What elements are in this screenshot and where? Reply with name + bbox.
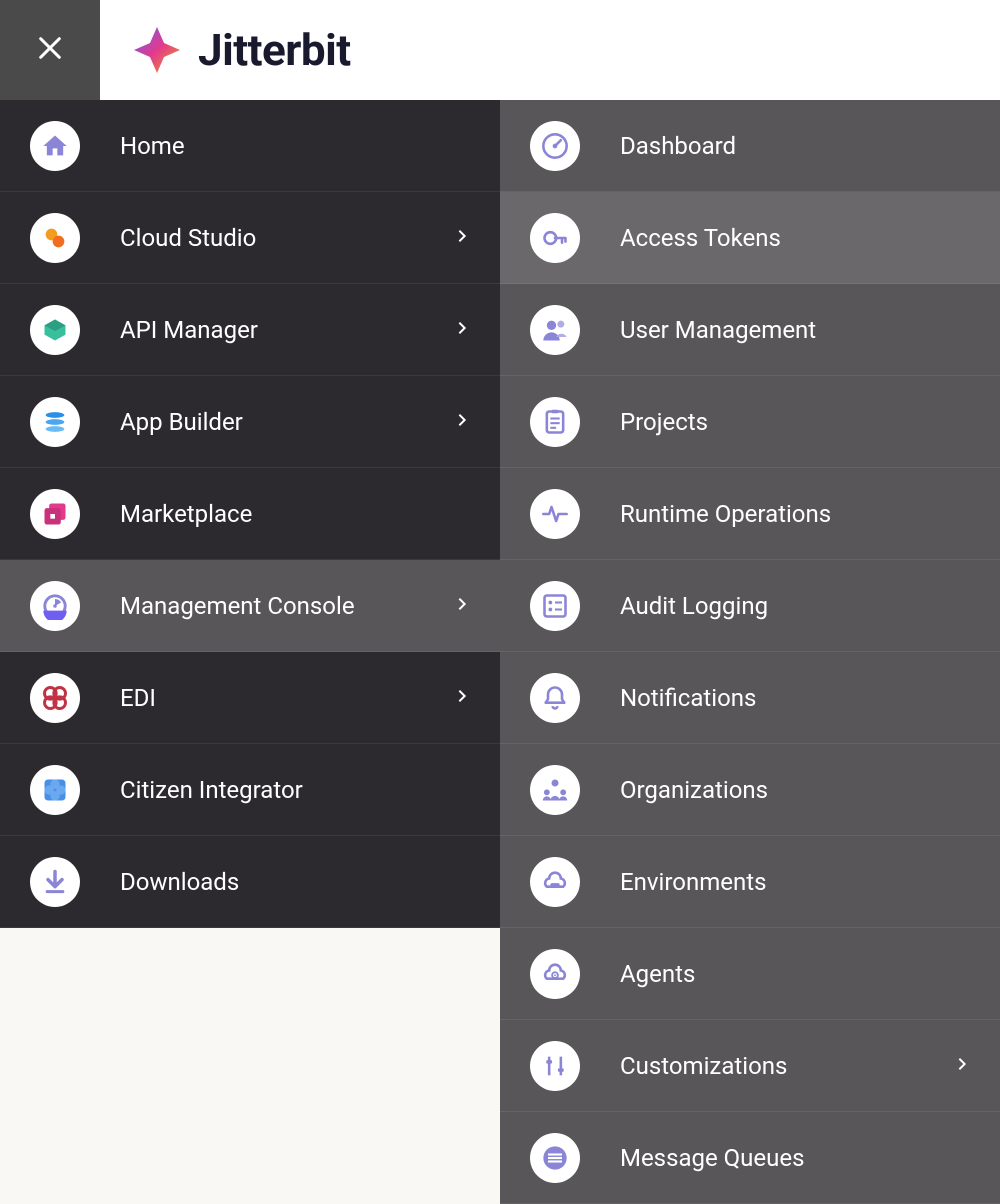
access-tokens-icon (530, 213, 580, 263)
nav-item-downloads[interactable]: Downloads (0, 836, 500, 928)
nav-item-api-manager[interactable]: API Manager (0, 284, 500, 376)
brand-logo: Jitterbit (100, 0, 351, 100)
app-builder-icon (30, 397, 80, 447)
nav-item-cloud-studio[interactable]: Cloud Studio (0, 192, 500, 284)
nav-label: Customizations (620, 1052, 914, 1080)
subnav-item-projects[interactable]: Projects (500, 376, 1000, 468)
nav-label: App Builder (120, 408, 414, 436)
nav-label: Runtime Operations (620, 500, 970, 528)
chevron-right-icon (454, 596, 470, 616)
nav-label: API Manager (120, 316, 414, 344)
nav-label: Marketplace (120, 500, 470, 528)
subnav-item-audit-logging[interactable]: Audit Logging (500, 560, 1000, 652)
nav-label: Projects (620, 408, 970, 436)
management-console-icon (30, 581, 80, 631)
chevron-right-icon (454, 228, 470, 248)
environments-icon (530, 857, 580, 907)
nav-item-citizen-integrator[interactable]: Citizen Integrator (0, 744, 500, 836)
nav-item-marketplace[interactable]: Marketplace (0, 468, 500, 560)
subnav-item-user-management[interactable]: User Management (500, 284, 1000, 376)
nav-item-home[interactable]: Home (0, 100, 500, 192)
nav-label: Audit Logging (620, 592, 970, 620)
subnav-item-dashboard[interactable]: Dashboard (500, 100, 1000, 192)
chevron-right-icon (954, 1056, 970, 1076)
subnav-item-customizations[interactable]: Customizations (500, 1020, 1000, 1112)
chevron-right-icon (454, 412, 470, 432)
subnav-item-notifications[interactable]: Notifications (500, 652, 1000, 744)
nav-label: User Management (620, 316, 970, 344)
message-queues-icon (530, 1133, 580, 1183)
nav-item-management-console[interactable]: Management Console (0, 560, 500, 652)
brand-name: Jitterbit (198, 24, 351, 76)
subnav-item-runtime-operations[interactable]: Runtime Operations (500, 468, 1000, 560)
edi-icon (30, 673, 80, 723)
nav-label: Access Tokens (620, 224, 970, 252)
close-icon (36, 34, 64, 66)
primary-nav: Home Cloud Studio API Manager (0, 100, 500, 1204)
nav-item-edi[interactable]: EDI (0, 652, 500, 744)
subnav-item-organizations[interactable]: Organizations (500, 744, 1000, 836)
audit-logging-icon (530, 581, 580, 631)
nav-item-app-builder[interactable]: App Builder (0, 376, 500, 468)
subnav-item-access-tokens[interactable]: Access Tokens (500, 192, 1000, 284)
nav-label: Dashboard (620, 132, 970, 160)
nav-label: Notifications (620, 684, 970, 712)
close-button[interactable] (0, 0, 100, 100)
dashboard-icon (530, 121, 580, 171)
header: Jitterbit (0, 0, 1000, 100)
brand-logo-icon (132, 25, 182, 75)
api-manager-icon (30, 305, 80, 355)
user-management-icon (530, 305, 580, 355)
subnav-item-agents[interactable]: Agents (500, 928, 1000, 1020)
nav-label: Downloads (120, 868, 470, 896)
nav-label: EDI (120, 684, 414, 712)
citizen-integrator-icon (30, 765, 80, 815)
nav-label: Citizen Integrator (120, 776, 470, 804)
marketplace-icon (30, 489, 80, 539)
chevron-right-icon (454, 688, 470, 708)
nav-label: Environments (620, 868, 970, 896)
notifications-icon (530, 673, 580, 723)
cloud-studio-icon (30, 213, 80, 263)
nav-label: Organizations (620, 776, 970, 804)
secondary-nav: Dashboard Access Tokens User Managem (500, 100, 1000, 1204)
agents-icon (530, 949, 580, 999)
nav-label: Agents (620, 960, 970, 988)
downloads-icon (30, 857, 80, 907)
nav-label: Home (120, 132, 470, 160)
projects-icon (530, 397, 580, 447)
nav-label: Cloud Studio (120, 224, 414, 252)
runtime-operations-icon (530, 489, 580, 539)
nav-label: Message Queues (620, 1144, 970, 1172)
subnav-item-environments[interactable]: Environments (500, 836, 1000, 928)
nav-label: Management Console (120, 592, 414, 620)
nav-columns: Home Cloud Studio API Manager (0, 100, 1000, 1204)
subnav-item-message-queues[interactable]: Message Queues (500, 1112, 1000, 1204)
organizations-icon (530, 765, 580, 815)
home-icon (30, 121, 80, 171)
chevron-right-icon (454, 320, 470, 340)
customizations-icon (530, 1041, 580, 1091)
